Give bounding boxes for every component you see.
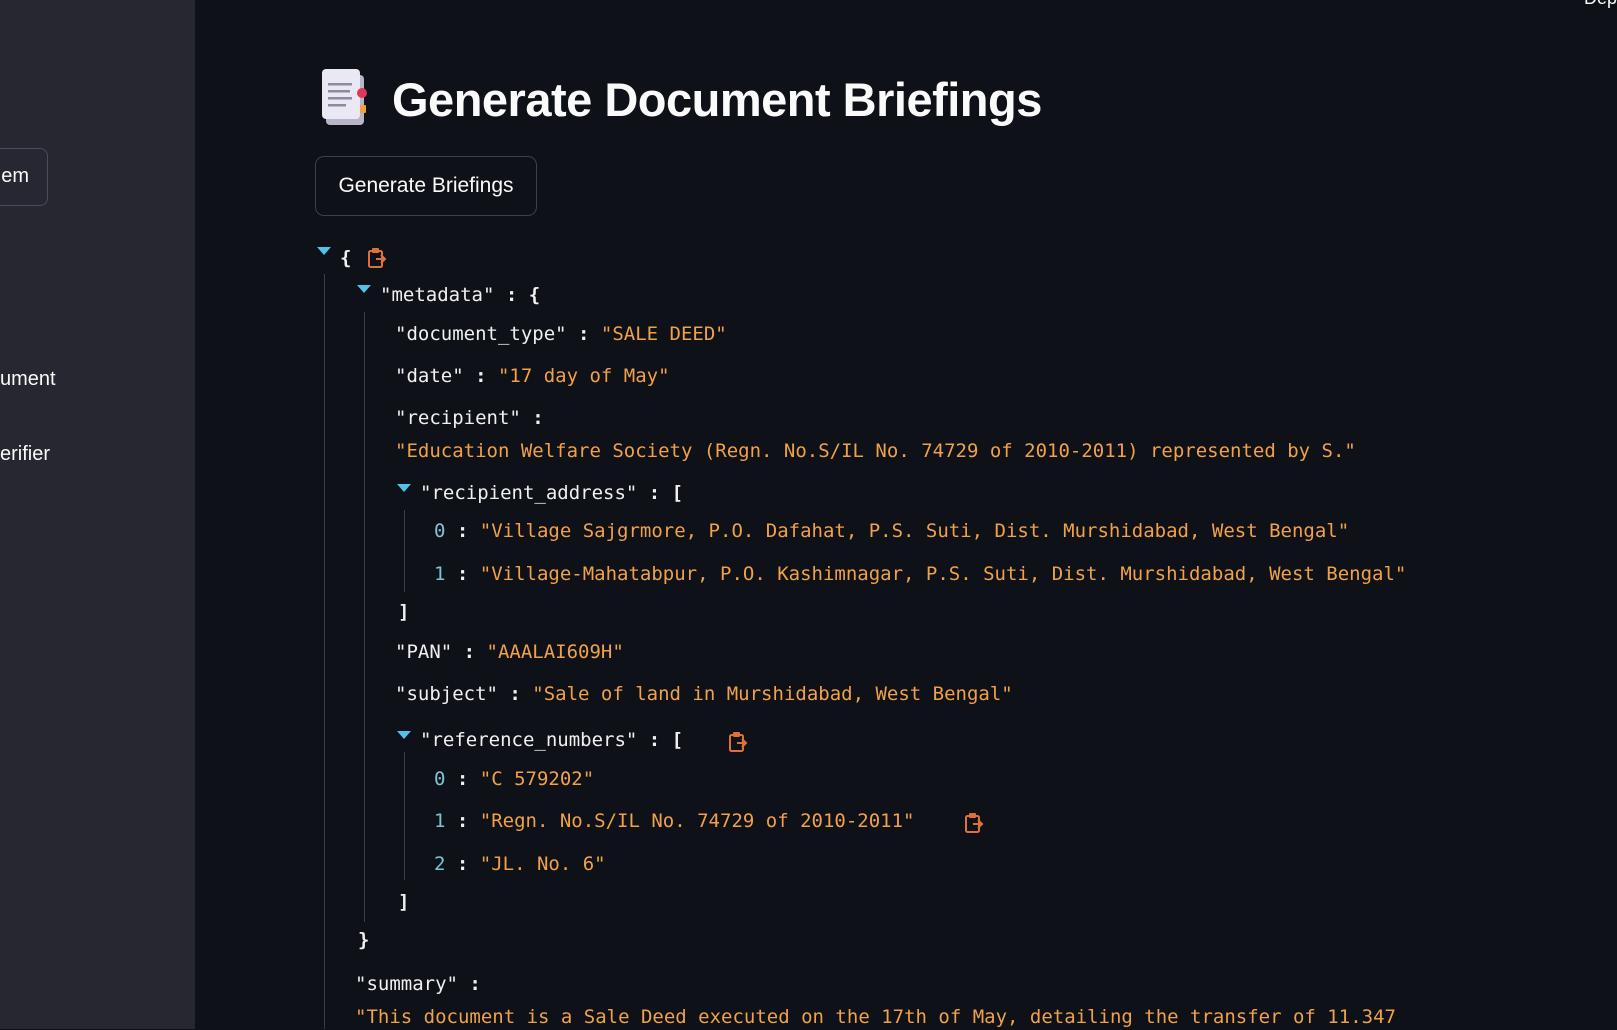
- list-item: 0 : "C 579202": [434, 768, 595, 790]
- metadata-line: "metadata" : {: [380, 284, 541, 306]
- summary-value: "This document is a Sale Deed executed o…: [355, 1006, 1396, 1028]
- reference-number-1: "Regn. No.S/IL No. 74729 of 2010-2011": [479, 810, 915, 832]
- sidebar-nav-button[interactable]: em: [0, 148, 48, 206]
- document-icon: [322, 69, 367, 125]
- recipient-address-0: "Village Sajgrmore, P.O. Dafahat, P.S. S…: [479, 520, 1350, 542]
- date-value: "17 day of May": [497, 365, 670, 387]
- page-header: Generate Document Briefings: [322, 64, 1042, 134]
- summary-value-line: "This document is a Sale Deed executed o…: [355, 1004, 1396, 1030]
- root-open-brace: {: [340, 247, 352, 269]
- sidebar-link-verifier[interactable]: erifier: [0, 443, 50, 466]
- list-item: 1 : "Village-Mahatabpur, P.O. Kashimnaga…: [434, 563, 1407, 585]
- sidebar-link-document[interactable]: ument: [0, 368, 56, 391]
- list-item: 1 : "Regn. No.S/IL No. 74729 of 2010-201…: [434, 810, 915, 832]
- generate-briefings-button[interactable]: Generate Briefings: [315, 156, 537, 216]
- metadata-indent-guide: [364, 312, 365, 922]
- recipient-value-line: "Education Welfare Society (Regn. No.S/I…: [395, 438, 1356, 464]
- recipient-address-line: "recipient_address" : [: [420, 482, 684, 504]
- pan-key: "PAN": [395, 641, 453, 663]
- recipient-key: "recipient": [395, 407, 521, 429]
- metadata-close: }: [358, 929, 370, 951]
- document-type-key: "document_type": [395, 323, 567, 345]
- top-right-menu-text[interactable]: Dep: [1584, 0, 1617, 9]
- recipient-address-key: "recipient_address": [420, 482, 638, 504]
- pan-line: "PAN" : "AAALAI609H": [395, 641, 624, 663]
- metadata-key: "metadata": [380, 284, 495, 306]
- reference-numbers-line: "reference_numbers" : [: [420, 729, 684, 751]
- collapse-metadata-toggle-icon[interactable]: [357, 285, 371, 293]
- reference-numbers-key: "reference_numbers": [420, 729, 638, 751]
- reference-numbers-close: ]: [398, 891, 410, 913]
- document-type-line: "document_type" : "SALE DEED": [395, 323, 727, 345]
- reference-number-0: "C 579202": [479, 768, 595, 790]
- reference-numbers-indent-guide: [404, 752, 405, 880]
- root-open-line: {: [340, 245, 351, 271]
- pan-value: "AAALAI609H": [486, 641, 624, 663]
- recipient-address-1: "Village-Mahatabpur, P.O. Kashimnagar, P…: [479, 563, 1407, 585]
- copy-clipboard-icon[interactable]: [728, 731, 748, 753]
- document-type-value: "SALE DEED": [600, 323, 727, 345]
- recipient-key-line: "recipient" :: [395, 407, 544, 429]
- collapse-recipient-address-toggle-icon[interactable]: [397, 484, 411, 492]
- copy-clipboard-icon[interactable]: [964, 812, 984, 834]
- list-item: 0 : "Village Sajgrmore, P.O. Dafahat, P.…: [434, 520, 1350, 542]
- recipient-address-indent-guide: [404, 510, 405, 592]
- collapse-reference-numbers-toggle-icon[interactable]: [397, 731, 411, 739]
- subject-value: "Sale of land in Murshidabad, West Benga…: [532, 683, 1013, 705]
- date-key: "date": [395, 365, 464, 387]
- date-line: "date" : "17 day of May": [395, 365, 670, 387]
- collapse-root-toggle-icon[interactable]: [317, 247, 331, 255]
- page-title: Generate Document Briefings: [392, 72, 1042, 126]
- list-item: 2 : "JL. No. 6": [434, 853, 606, 875]
- reference-number-2: "JL. No. 6": [479, 853, 606, 875]
- root-indent-guide: [324, 274, 325, 1029]
- sidebar-nav-button-label: em: [1, 165, 29, 187]
- recipient-value: "Education Welfare Society (Regn. No.S/I…: [395, 440, 1356, 462]
- subject-line: "subject" : "Sale of land in Murshidabad…: [395, 683, 1013, 705]
- subject-key: "subject": [395, 683, 498, 705]
- sidebar: em ument erifier: [0, 0, 195, 1029]
- summary-key: "summary": [355, 973, 458, 995]
- summary-key-line: "summary" :: [355, 973, 481, 995]
- copy-clipboard-icon[interactable]: [367, 247, 387, 269]
- recipient-address-close: ]: [398, 601, 410, 623]
